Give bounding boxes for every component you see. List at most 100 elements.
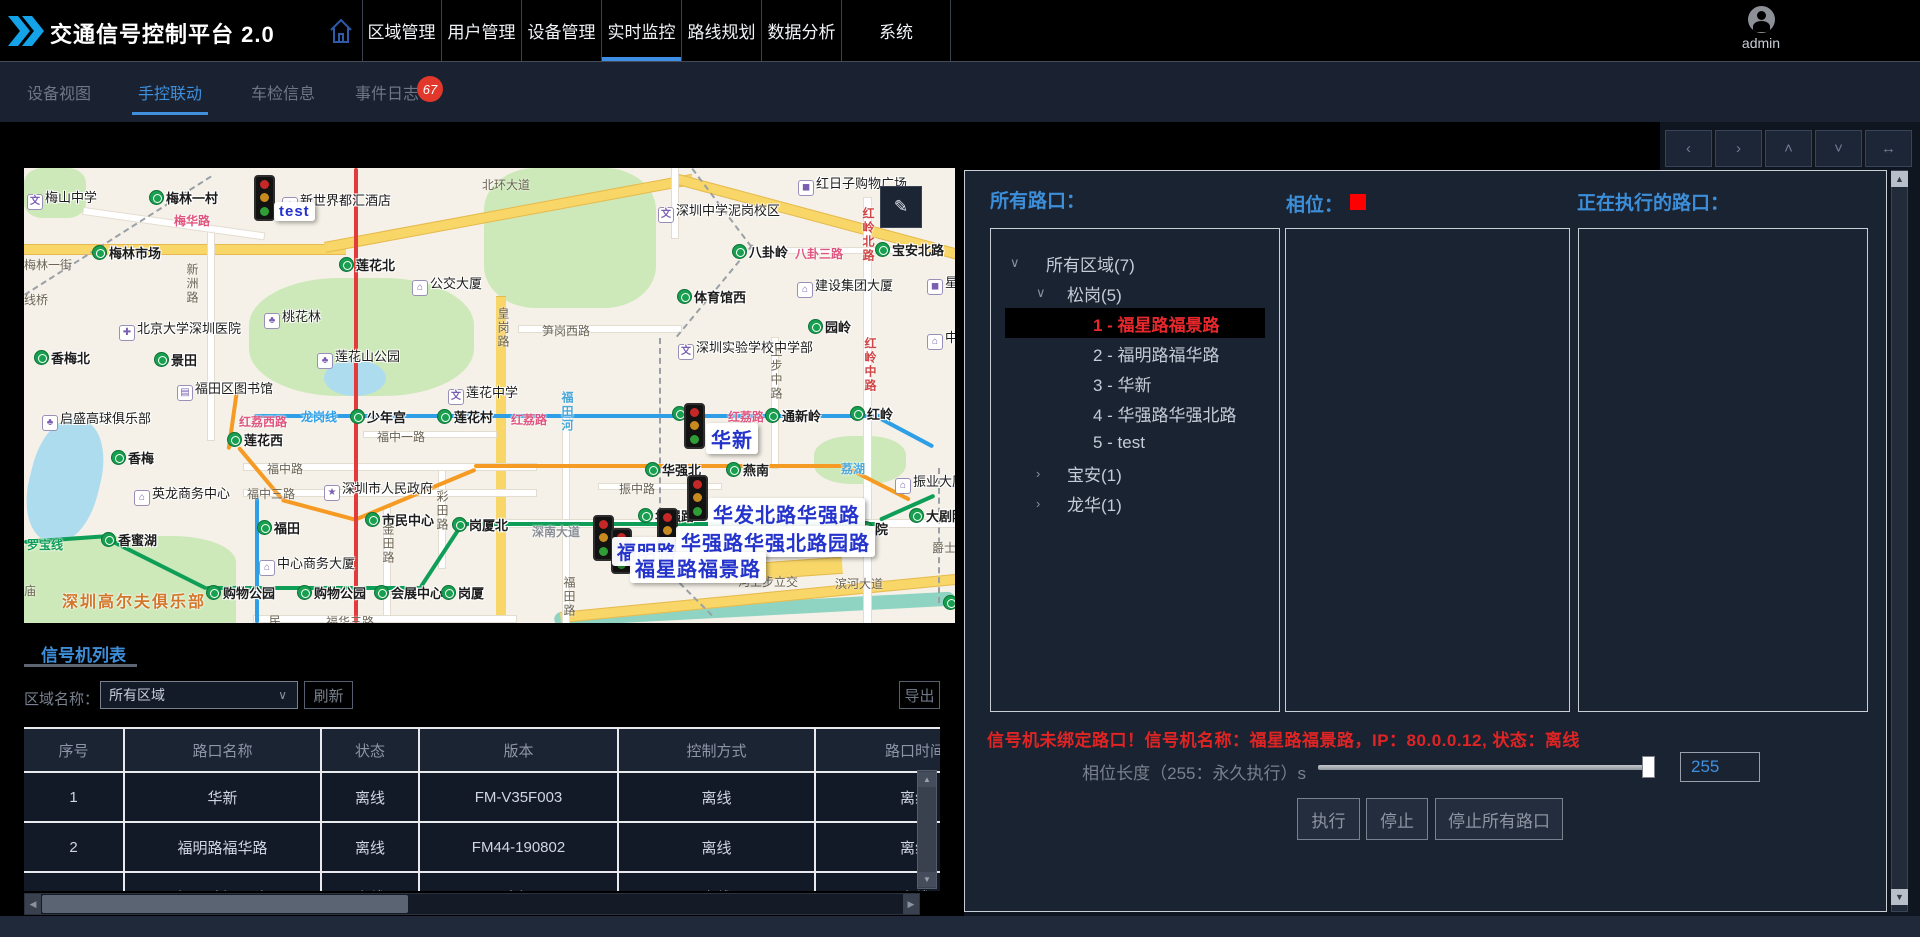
pager-button-1[interactable]: › — [1715, 130, 1762, 167]
refresh-button[interactable]: 刷新 — [304, 681, 353, 709]
map-edit-button[interactable]: ✎ — [880, 186, 922, 228]
tree-item-宝安(1)[interactable]: ›宝安(1) — [1036, 458, 1122, 488]
map-line-label: 龙岗线 — [301, 408, 337, 425]
export-button[interactable]: 导出 — [899, 681, 940, 709]
scroll-left-icon[interactable]: ◀ — [25, 894, 41, 914]
tree-item-龙华(1)[interactable]: ›龙华(1) — [1036, 488, 1122, 518]
table-header-cell: 路口名称 — [125, 729, 322, 771]
map-station-label: 通新岭 — [765, 406, 821, 425]
signal-name-label: 福星路福景路 — [630, 552, 766, 583]
tree-item-4 - 华强路华强北路[interactable]: 4 - 华强路华强北路 — [1093, 398, 1237, 428]
tab-车检信息[interactable]: 车检信息 — [251, 80, 315, 104]
chevron-down-icon[interactable]: ∨ — [1036, 285, 1053, 301]
map-station-label: 莲花村 — [437, 407, 493, 426]
tree-item-1 - 福星路福景路[interactable]: 1 - 福星路福景路 — [1005, 308, 1265, 338]
nav-item-用户管理[interactable]: 用户管理 — [442, 0, 522, 61]
stop-all-button[interactable]: 停止所有路口 — [1435, 798, 1563, 840]
table-vertical-scrollbar[interactable]: ▲ ▼ — [917, 770, 937, 889]
nav-item-路线规划[interactable]: 路线规划 — [682, 0, 762, 61]
map-station-label: 香梅北 — [34, 348, 90, 367]
metro-icon — [638, 508, 653, 523]
traffic-light-marker[interactable] — [684, 403, 705, 449]
user-menu[interactable]: admin — [1725, 4, 1797, 58]
map-road-label: 福华三路 — [326, 613, 374, 623]
station-name: 香梅 — [128, 451, 154, 466]
tab-事件日志[interactable]: 事件日志67 — [355, 80, 419, 104]
table-cell: FM-V35F003 — [420, 773, 619, 821]
tree-item-松岗(5)[interactable]: ∨松岗(5) — [1036, 278, 1122, 308]
map-canvas[interactable]: 梅林一村梅林市场莲花北香梅北景田八卦岭宝安北路体育馆西园岭香梅莲花西少年宫莲花村… — [24, 168, 955, 623]
scrollbar-thumb[interactable] — [42, 895, 408, 913]
map-road-label: 北环大道 — [482, 176, 530, 193]
phase-length-slider[interactable] — [1318, 765, 1650, 770]
nav-item-数据分析[interactable]: 数据分析 — [762, 0, 842, 61]
avatar — [1748, 6, 1775, 33]
chevron-right-icon[interactable]: › — [1036, 496, 1053, 511]
traffic-light-marker[interactable] — [687, 475, 708, 521]
region-name-label: 区域名称： — [24, 688, 99, 709]
map-poi-label: ♣桃花林 — [264, 306, 321, 329]
map-station-label: 红岭 — [850, 404, 893, 423]
map-station-label: 福田 — [257, 518, 300, 537]
map-line-label: 罗宝线 — [27, 536, 63, 553]
table-row[interactable]: 1华新离线FM-V35F003离线离线 — [24, 773, 940, 823]
metro-icon — [297, 585, 312, 600]
scroll-up-icon[interactable]: ▲ — [918, 772, 936, 787]
home-button[interactable] — [320, 0, 363, 61]
pager-button-4[interactable]: ↔ — [1865, 130, 1912, 167]
panel-scrollbar[interactable] — [1891, 170, 1908, 912]
scroll-right-icon[interactable]: ▶ — [903, 894, 919, 914]
poi-icon: ⌂ — [412, 280, 428, 296]
table-row[interactable]: 2福明路福华路离线FM44-190802离线离线 — [24, 823, 940, 873]
pager-button-2[interactable]: ˄ — [1765, 130, 1812, 167]
tab-手控联动[interactable]: 手控联动 — [138, 80, 202, 104]
nav-item-实时监控[interactable]: 实时监控 — [602, 0, 682, 61]
nav-item-区域管理[interactable]: 区域管理 — [362, 0, 442, 61]
tab-设备视图[interactable]: 设备视图 — [27, 80, 91, 104]
table-cell: 离线 — [619, 873, 816, 891]
map-station-label: 购物公园 — [297, 583, 366, 602]
poi-icon: ✚ — [119, 325, 135, 341]
map-line-label: 深圳高尔夫俱乐部 — [62, 588, 206, 612]
poi-icon: ♣ — [264, 313, 280, 329]
map-line-label: 红岭中路 — [862, 337, 879, 393]
nav-item-系统[interactable]: 系统 — [842, 0, 951, 61]
scroll-down-icon[interactable]: ▼ — [918, 872, 936, 887]
red-light — [260, 180, 269, 189]
tree-item-所有区域(7)[interactable]: ∨所有区域(7) — [1010, 248, 1135, 278]
map-road-label: 彩田路 — [434, 490, 451, 532]
app-logo-icon — [8, 16, 44, 46]
station-name: 购物公园 — [314, 586, 366, 601]
table-cell: 离线 — [322, 873, 420, 891]
station-name: 莲花村 — [454, 410, 493, 425]
station-name: 岗厦北 — [469, 518, 508, 533]
phase-length-input[interactable]: 255 — [1680, 752, 1760, 782]
table-horizontal-scrollbar[interactable]: ◀ ▶ — [24, 893, 920, 915]
panel-scroll-down-icon[interactable]: ▼ — [1891, 889, 1908, 905]
tree-item-5 - test[interactable]: 5 - test — [1093, 428, 1145, 458]
poi-name: 福田区图书馆 — [195, 381, 273, 396]
tree-item-label: 1 - 福星路福景路 — [1093, 311, 1220, 336]
traffic-light-marker[interactable] — [254, 175, 275, 221]
pager-button-3[interactable]: ˅ — [1815, 130, 1862, 167]
pager-button-0[interactable]: ‹ — [1665, 130, 1712, 167]
slider-handle[interactable] — [1642, 756, 1655, 778]
chevron-down-icon[interactable]: ∨ — [1010, 255, 1032, 271]
panel-scroll-up-icon[interactable]: ▲ — [1891, 171, 1908, 187]
map-station-label: 景田 — [154, 350, 197, 369]
chevron-right-icon[interactable]: › — [1036, 466, 1053, 481]
map-line-label: 梅华路 — [174, 212, 210, 229]
execute-button[interactable]: 执行 — [1297, 798, 1360, 840]
nav-item-设备管理[interactable]: 设备管理 — [522, 0, 602, 61]
map-poi-label: ⌂建设集团大厦 — [797, 275, 893, 298]
metro-icon — [437, 409, 452, 424]
poi-icon: 文 — [27, 194, 43, 210]
stop-button[interactable]: 停止 — [1366, 798, 1428, 840]
station-name: 八卦岭 — [749, 245, 788, 260]
region-select[interactable]: 所有区域 ∨ — [100, 681, 298, 709]
table-row[interactable]: 3福星路福景路离线未知离线离线 — [24, 873, 940, 891]
tree-item-3 - 华新[interactable]: 3 - 华新 — [1093, 368, 1152, 398]
metro-icon — [677, 289, 692, 304]
tree-item-2 - 福明路福华路[interactable]: 2 - 福明路福华路 — [1093, 338, 1220, 368]
username: admin — [1725, 35, 1797, 51]
